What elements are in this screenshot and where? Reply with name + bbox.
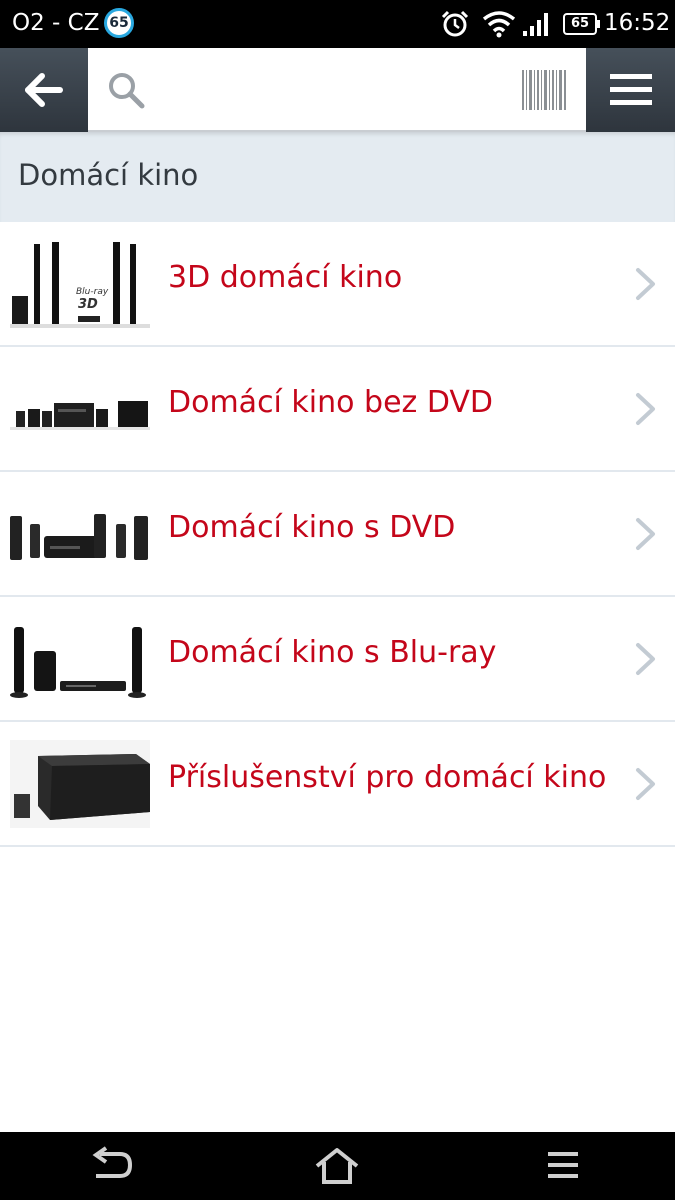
search-box (88, 48, 586, 132)
arrow-left-icon (25, 73, 63, 107)
clock: 16:52 (604, 10, 671, 36)
hamburger-icon (610, 74, 652, 105)
3d-logo-text: 3D (78, 297, 98, 312)
bluray-logo-text: Blu-ray (76, 287, 109, 297)
page-title: Domácí kino (18, 158, 199, 192)
nav-home-button[interactable] (307, 1146, 367, 1186)
nav-home-icon (315, 1148, 359, 1184)
category-item-home-theater-no-dvd[interactable]: Domácí kino bez DVD (0, 347, 675, 472)
system-nav-bar (0, 1132, 675, 1200)
category-item-home-theater-bluray[interactable]: Domácí kino s Blu-ray (0, 597, 675, 722)
nav-back-icon (92, 1146, 133, 1178)
category-item-label: Příslušenství pro domácí kino (168, 760, 607, 795)
barcode-icon[interactable] (522, 70, 566, 110)
carrier-name: O2 - CZ (12, 10, 100, 36)
category-item-label: 3D domácí kino (168, 260, 403, 295)
wifi-icon (482, 11, 516, 38)
notification-badge: 65 (104, 8, 134, 38)
category-item-label: Domácí kino bez DVD (168, 385, 494, 420)
back-button[interactable] (0, 48, 88, 132)
toolbar (0, 48, 675, 132)
category-list: Blu-ray 3D 3D domácí kino Domácí kino be… (0, 222, 675, 847)
battery-icon: 65 (563, 13, 600, 35)
nav-menu-button[interactable] (534, 1146, 594, 1186)
chevron-right-icon (636, 268, 655, 300)
home-theater-bluray-thumbnail (10, 615, 150, 703)
home-theater-dvd-thumbnail (10, 490, 150, 578)
alarm-icon (441, 10, 469, 37)
menu-button[interactable] (586, 48, 675, 132)
nav-back-button[interactable] (82, 1146, 142, 1186)
search-icon[interactable] (106, 70, 146, 110)
signal-icon (523, 13, 548, 36)
home-theater-no-dvd-thumbnail (10, 365, 150, 453)
chevron-right-icon (636, 518, 655, 550)
nav-menu-icon (548, 1152, 578, 1178)
chevron-right-icon (636, 643, 655, 675)
status-bar: O2 - CZ 65 65 16:52 (0, 0, 675, 48)
section-header: Domácí kino (0, 132, 675, 222)
category-item-home-theater-dvd[interactable]: Domácí kino s DVD (0, 472, 675, 597)
search-input[interactable] (148, 62, 512, 118)
chevron-right-icon (636, 768, 655, 800)
category-item-accessories[interactable]: Příslušenství pro domácí kino (0, 722, 675, 847)
category-item-label: Domácí kino s Blu-ray (168, 635, 497, 670)
category-item-3d-home-theater[interactable]: Blu-ray 3D 3D domácí kino (0, 222, 675, 347)
3d-home-theater-thumbnail: Blu-ray 3D (10, 240, 150, 328)
chevron-right-icon (636, 393, 655, 425)
accessories-thumbnail (10, 740, 150, 828)
category-item-label: Domácí kino s DVD (168, 510, 456, 545)
